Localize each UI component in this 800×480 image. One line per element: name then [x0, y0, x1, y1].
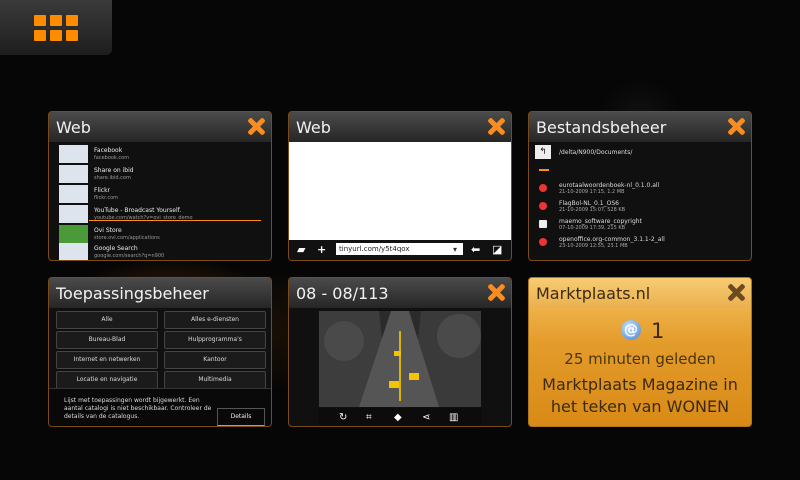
tag-icon: ◆ — [394, 412, 402, 423]
fullscreen-icon: ◪ — [492, 243, 503, 256]
list-item: Ovi Store store.ovi.com/applications — [59, 224, 264, 244]
trash-icon: ▥ — [449, 412, 459, 423]
window-preview: Facebook facebook.com Share on ibid share.… — [49, 142, 271, 260]
list-item: Share on ibid share.ibid.com — [59, 164, 264, 184]
page-thumbnail — [59, 225, 88, 243]
window-thumbnail-toepassingsbeheer[interactable]: Toepassingsbeheer Alle Alles e-diensten … — [48, 277, 272, 427]
close-icon[interactable] — [487, 283, 505, 301]
close-icon[interactable] — [247, 117, 265, 135]
at-icon: @ — [621, 320, 641, 340]
chevron-down-icon: ▾ — [453, 245, 458, 254]
address-bar: tinyurl.com/y5t4qox — [336, 243, 463, 255]
page-thumbnail — [59, 185, 88, 203]
window-titlebar: Toepassingsbeheer — [49, 278, 271, 308]
category-button: Kantoor — [164, 351, 266, 369]
close-icon[interactable] — [487, 117, 505, 135]
package-icon — [539, 184, 547, 192]
page-thumbnail — [59, 145, 88, 163]
category-button: Multimedia — [164, 371, 266, 389]
notification-titlebar: Marktplaats.nl — [529, 278, 751, 308]
divider — [89, 220, 261, 221]
window-title: 08 - 08/113 — [296, 284, 389, 303]
list-item: eurotaalwoordenboek-nl_0.1.0.all 21-10-20… — [539, 182, 744, 196]
notification-title: Marktplaats.nl — [536, 284, 651, 303]
document-icon — [539, 220, 547, 228]
back-arrow-icon: ⬅ — [471, 243, 481, 256]
window-title: Bestandsbeheer — [536, 118, 667, 137]
window-title: Web — [296, 118, 331, 137]
category-button: Internet en netwerken — [56, 351, 158, 369]
package-icon — [539, 202, 547, 210]
category-button: Bureau-Blad — [56, 331, 158, 349]
window-preview: ↻ ⌗ ◆ ⋖ ▥ — [289, 308, 511, 426]
share-icon: ⋖ — [422, 412, 431, 423]
close-icon[interactable] — [727, 117, 745, 135]
add-icon: + — [317, 243, 327, 256]
photo-toolbar: ↻ ⌗ ◆ ⋖ ▥ — [319, 408, 481, 426]
notification-count: 1 — [651, 319, 665, 343]
list-item: YouTube - Broadcast Yourself. youtube.com… — [59, 204, 264, 224]
folder-path: /delta/N900/Documents/ — [559, 149, 633, 156]
crop-icon: ⌗ — [366, 412, 372, 423]
notification-time: 25 minuten geleden — [564, 350, 716, 368]
photo-preview — [319, 311, 481, 407]
notification-card[interactable]: Marktplaats.nl @ 1 25 minuten geleden Ma… — [528, 277, 752, 427]
page-thumbnail — [59, 165, 88, 183]
list-item: Google Search google.com/search?q=n900 — [59, 242, 264, 260]
window-title: Toepassingsbeheer — [56, 284, 209, 303]
window-thumbnail-bestandsbeheer[interactable]: Bestandsbeheer ↰ /delta/N900/Documents/ … — [528, 111, 752, 261]
rotate-icon: ↻ — [339, 412, 348, 423]
window-titlebar: 08 - 08/113 — [289, 278, 511, 308]
app-grid-icon — [34, 15, 78, 41]
list-item: openoffice.org-common_3.1.1-2_all 23-10-2… — [539, 236, 744, 250]
window-thumbnail-web-2[interactable]: Web ▰ + tinyurl.com/y5t4qox ▾ ⬅ ◪ — [288, 111, 512, 261]
package-icon — [539, 238, 547, 246]
window-thumbnail-photo-viewer[interactable]: 08 - 08/113 ↻ ⌗ ◆ ⋖ ▥ — [288, 277, 512, 427]
page-thumbnail — [59, 243, 88, 260]
window-titlebar: Web — [289, 112, 511, 142]
info-banner-text: Lijst met toepassingen wordt bijgewerkt.… — [64, 397, 212, 420]
window-thumbnail-web-1[interactable]: Web Facebook facebook.com Share on ibid sh… — [48, 111, 272, 261]
list-item: Flickr flickr.com — [59, 184, 264, 204]
window-preview: ▰ + tinyurl.com/y5t4qox ▾ ⬅ ◪ — [289, 142, 511, 260]
close-icon[interactable] — [727, 283, 745, 301]
list-item: FlagBol-NL_0.1_OS6 21-10-2009 15:07, 528 … — [539, 200, 744, 214]
window-titlebar: Web — [49, 112, 271, 142]
details-button: Details — [217, 408, 265, 426]
up-folder-icon: ↰ — [535, 145, 551, 159]
category-button: Locatie en navigatie — [56, 371, 158, 389]
category-button: Alles e-diensten — [164, 311, 266, 329]
list-item: Facebook facebook.com — [59, 144, 264, 164]
page-thumbnail — [59, 205, 88, 223]
task-switcher-button[interactable] — [0, 0, 112, 55]
browser-toolbar: ▰ + tinyurl.com/y5t4qox ▾ ⬅ ◪ — [289, 240, 511, 260]
info-banner: Lijst met toepassingen wordt bijgewerkt.… — [49, 388, 271, 426]
category-button: Alle — [56, 311, 158, 329]
list-item: maemo_software_copyright 07-10-2009 17:39… — [539, 218, 744, 232]
blank-web-page — [289, 142, 511, 240]
window-titlebar: Bestandsbeheer — [529, 112, 751, 142]
window-preview: ↰ /delta/N900/Documents/ eurotaalwoorden… — [529, 142, 751, 260]
window-title: Web — [56, 118, 91, 137]
folder-icon: ▰ — [297, 243, 306, 256]
category-button: Hulpprogramma's — [164, 331, 266, 349]
notification-message: Marktplaats Magazine in het teken van WO… — [542, 375, 738, 416]
window-preview: Alle Alles e-diensten Bureau-Blad Hulppr… — [49, 308, 271, 426]
divider — [539, 169, 549, 171]
